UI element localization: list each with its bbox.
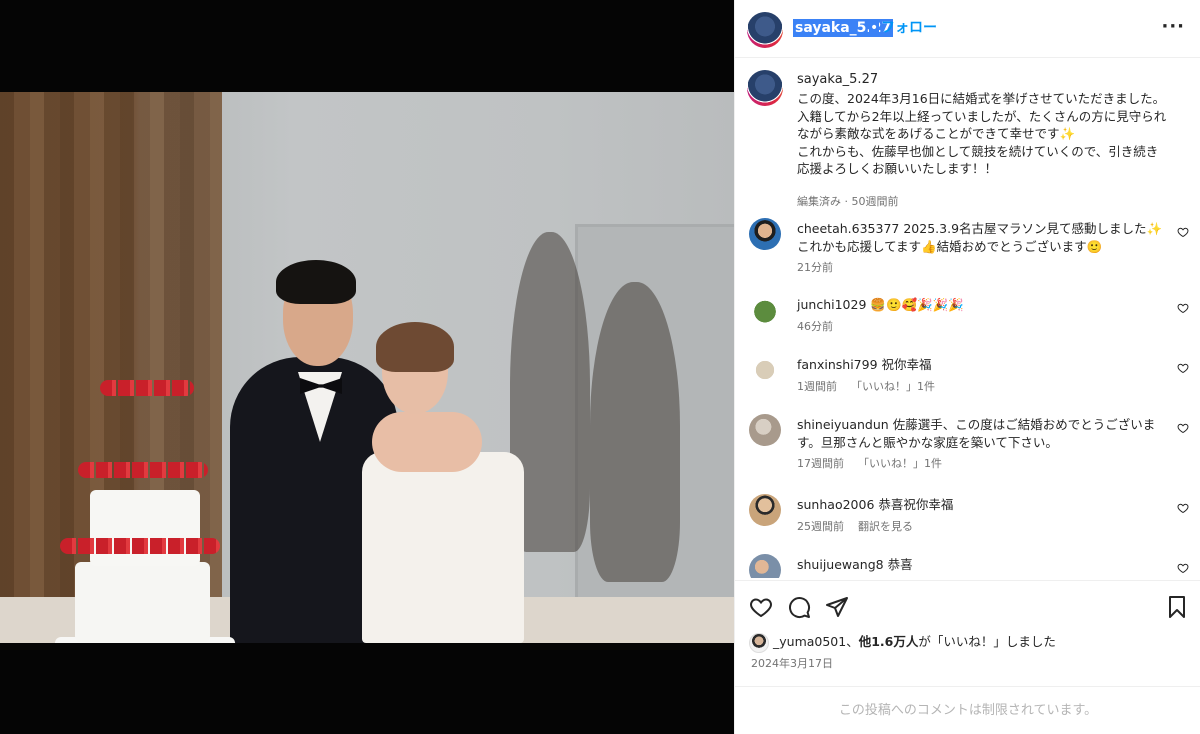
caption-avatar[interactable] <box>747 70 783 106</box>
comment-username[interactable]: shineiyuandun <box>797 417 889 432</box>
liker-username[interactable]: _yuma0501 <box>773 634 846 649</box>
follow-button[interactable]: フォロー <box>881 19 937 37</box>
comment-username[interactable]: shuijuewang8 <box>797 557 884 572</box>
caption-username[interactable]: sayaka_5.27 <box>797 72 878 87</box>
comment-likes[interactable]: 「いいね！」1件 <box>858 457 942 470</box>
comment-time: 46分前 <box>797 320 833 333</box>
comments-scroll-area[interactable]: sayaka_5.27 この度、2024年3月16日に結婚式を挙げさせていただき… <box>735 58 1200 578</box>
comment-icon[interactable] <box>787 595 811 619</box>
post-date: 2024年3月17日 <box>751 657 833 670</box>
heart-icon[interactable] <box>1177 302 1189 314</box>
heart-icon[interactable] <box>1177 226 1189 238</box>
translate-link[interactable]: 翻訳を見る <box>858 520 913 533</box>
liker-avatar[interactable] <box>749 632 769 653</box>
heart-icon[interactable] <box>1177 422 1189 434</box>
commenter-avatar[interactable] <box>749 554 781 578</box>
bookmark-icon[interactable] <box>1165 595 1189 619</box>
caption-text: この度、2024年3月16日に結婚式を挙げさせていただきました。 入籍してから2… <box>797 91 1167 176</box>
comments-restricted-notice: この投稿へのコメントは制限されています。 <box>735 686 1200 734</box>
commenter-avatar[interactable] <box>749 354 781 386</box>
comment-text: 🍔🙂🥰🎉🎉🎉 <box>870 297 964 312</box>
comment-username[interactable]: fanxinshi799 <box>797 357 878 372</box>
heart-icon[interactable] <box>1177 362 1189 374</box>
profile-avatar[interactable] <box>747 12 783 48</box>
commenter-avatar[interactable] <box>749 294 781 326</box>
caption-meta: 編集済み · 50週間前 <box>797 195 899 208</box>
post-sidebar: sayaka_5.27 • フォロー ··· sayaka_5.27 この度、2… <box>734 0 1200 734</box>
post-media[interactable] <box>0 0 734 734</box>
likes-count[interactable]: 他1.6万人 <box>859 634 919 649</box>
likes-suffix: が「いいね！」しました <box>918 634 1056 649</box>
post-header: sayaka_5.27 • フォロー ··· <box>735 0 1200 58</box>
comment-text: 恭喜祝你幸福 <box>878 497 954 512</box>
heart-icon[interactable] <box>1177 562 1189 574</box>
heart-icon[interactable] <box>1177 502 1189 514</box>
separator-dot: • <box>869 19 880 37</box>
share-icon[interactable] <box>825 595 849 619</box>
comment-time: 17週間前 <box>797 457 844 470</box>
comment-text: 恭喜 <box>887 557 913 572</box>
post-actions: _yuma0501、他1.6万人が「いいね！」しました 2024年3月17日 <box>735 580 1200 700</box>
heart-icon[interactable] <box>749 595 773 619</box>
commenter-avatar[interactable] <box>749 414 781 446</box>
likes-separator: 、 <box>846 634 859 649</box>
comment-username[interactable]: cheetah.635377 <box>797 221 899 236</box>
more-options-icon[interactable]: ··· <box>1161 16 1185 37</box>
commenter-avatar[interactable] <box>749 218 781 250</box>
comment-time: 1週間前 <box>797 380 837 393</box>
comment-text: 祝你幸福 <box>881 357 932 372</box>
commenter-avatar[interactable] <box>749 494 781 526</box>
comment-time: 21分前 <box>797 261 833 274</box>
wedding-photo <box>0 92 734 643</box>
comment-username[interactable]: junchi1029 <box>797 297 866 312</box>
likes-summary: _yuma0501、他1.6万人が「いいね！」しました <box>749 631 1056 653</box>
comment-likes[interactable]: 「いいね！」1件 <box>851 380 935 393</box>
comment-username[interactable]: sunhao2006 <box>797 497 874 512</box>
comment-time: 25週間前 <box>797 520 844 533</box>
